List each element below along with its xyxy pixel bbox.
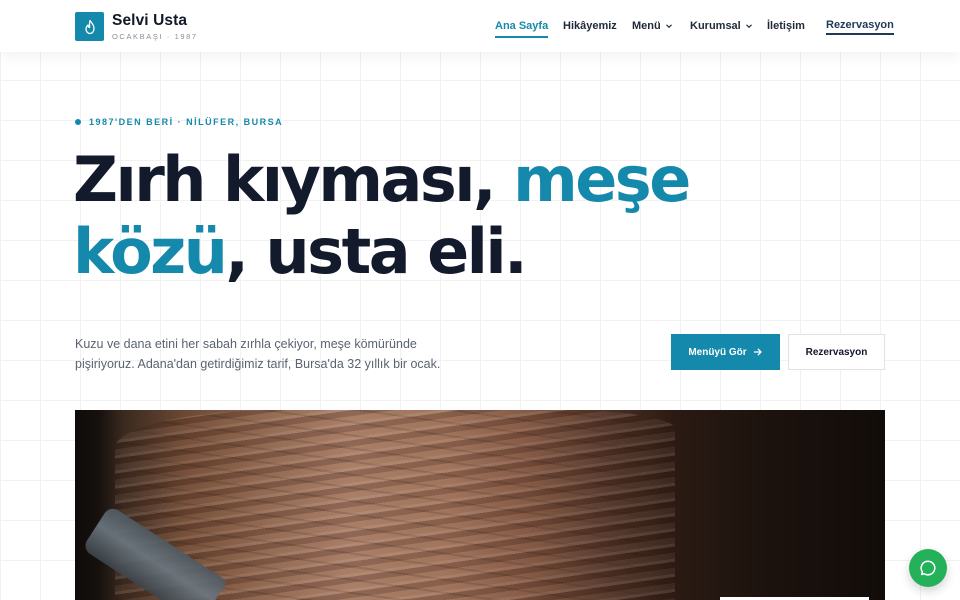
reservation-button[interactable]: Rezervasyon <box>788 334 885 370</box>
eyebrow-dot-icon <box>75 119 81 125</box>
nav-item-label: Menü <box>632 20 661 32</box>
chevron-down-icon <box>745 24 752 29</box>
button-label: Rezervasyon <box>805 346 868 358</box>
view-menu-button[interactable]: Menüyü Gör <box>671 334 780 370</box>
nav-item-ana-sayfa[interactable]: Ana Sayfa <box>495 20 549 38</box>
brand-subtitle: OCAKBAŞI · 1987 <box>112 32 198 41</box>
headline-accent-2: közü <box>73 215 228 288</box>
site-header: Selvi Usta OCAKBAŞI · 1987 Ana Sayfa Hik… <box>0 0 960 52</box>
nav-item-label: Kurumsal <box>690 20 741 32</box>
hero-eyebrow: 1987'DEN BERİ · NİLÜFER, BURSA <box>75 117 283 127</box>
nav-item-label: Hikâyemiz <box>563 20 617 32</box>
nav-item-label: İletişim <box>767 20 805 32</box>
brand-name[interactable]: Selvi Usta <box>112 12 187 30</box>
nav-item-iletisim[interactable]: İletişim <box>767 20 805 32</box>
chevron-down-icon <box>665 24 672 29</box>
hero-lead: Kuzu ve dana etini her sabah zırhla çeki… <box>75 337 441 371</box>
hero-headline: Zırh kıyması, meşe közü, usta eli. <box>73 144 713 288</box>
logo-mark[interactable] <box>75 12 104 41</box>
eyebrow-text: 1987'DEN BERİ · NİLÜFER, BURSA <box>89 117 284 127</box>
headline-part-2: , usta eli. <box>225 215 527 288</box>
nav-item-menu[interactable]: Menü <box>632 20 673 32</box>
nav-item-hikayemiz[interactable]: Hikâyemiz <box>563 20 617 32</box>
nav-reservation-link[interactable]: Rezervasyon <box>826 19 894 35</box>
arrow-right-icon <box>753 348 762 356</box>
nav-item-label: Rezervasyon <box>826 19 894 31</box>
flame-icon <box>84 19 95 34</box>
button-label: Menüyü Gör <box>688 346 747 358</box>
whatsapp-chat-button[interactable] <box>909 549 947 587</box>
nav-item-label: Ana Sayfa <box>495 20 549 32</box>
whatsapp-icon <box>920 560 936 576</box>
headline-accent-1: meşe <box>513 143 691 216</box>
headline-part-1: Zırh kıyması, <box>73 143 514 216</box>
nav-item-kurumsal[interactable]: Kurumsal <box>690 20 753 32</box>
